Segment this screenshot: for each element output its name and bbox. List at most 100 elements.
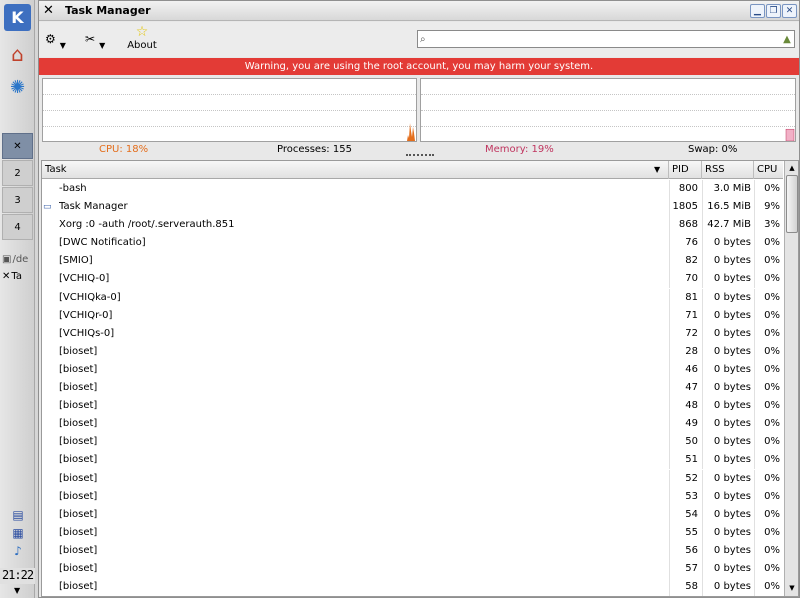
taskbar-item-terminal[interactable]: ▣/de <box>2 251 35 267</box>
cpu-cell: 0% <box>754 379 780 398</box>
desktop-3-button[interactable]: 3 <box>2 187 33 213</box>
rss-cell: 0 bytes <box>702 541 751 560</box>
table-row[interactable]: Xorg :0 -auth /root/.serverauth.851 868 42… <box>42 216 783 235</box>
task-manager-icon: ✕ <box>2 270 11 282</box>
about-button[interactable]: ☆ About <box>125 24 159 54</box>
table-row[interactable]: [bioset] 56 0 bytes 0% <box>42 541 783 560</box>
maximize-button[interactable]: ❐ <box>766 4 781 18</box>
cpu-cell: 0% <box>754 559 780 578</box>
table-row[interactable]: [bioset] 50 0 bytes 0% <box>42 433 783 452</box>
process-count-label: Processes: 155 <box>277 144 352 155</box>
table-row[interactable]: [bioset] 52 0 bytes 0% <box>42 469 783 488</box>
table-row[interactable]: [bioset] 58 0 bytes 0% <box>42 578 783 596</box>
pid-cell: 81 <box>669 288 698 307</box>
task-name-cell: [bioset] <box>59 418 98 430</box>
table-row[interactable]: [bioset] 47 0 bytes 0% <box>42 379 783 398</box>
cpu-usage-plot <box>407 123 415 141</box>
column-header-cpu[interactable]: CPU <box>754 161 783 179</box>
no-icon <box>43 433 57 451</box>
root-warning-banner: Warning, you are using the root account,… <box>39 58 799 75</box>
desktop-1-button[interactable]: ✕ <box>2 133 33 159</box>
table-row[interactable]: [DWC Notificatio] 76 0 bytes 0% <box>42 234 783 253</box>
no-icon <box>43 415 57 433</box>
pid-cell: 49 <box>669 415 698 434</box>
close-button[interactable]: ✕ <box>782 4 797 18</box>
table-body: -bash 800 3.0 MiB 0% ▭ Task Manager 1805 16.5 M… <box>42 180 783 596</box>
panel-splitter-handle[interactable] <box>406 154 434 158</box>
display-settings-icon[interactable]: ▤ <box>9 507 27 523</box>
column-header-pid[interactable]: PID <box>669 161 702 179</box>
cpu-cell: 0% <box>754 324 780 343</box>
table-row[interactable]: [bioset] 51 0 bytes 0% <box>42 451 783 470</box>
table-row[interactable]: [bioset] 57 0 bytes 0% <box>42 559 783 578</box>
memory-usage-area <box>785 128 795 141</box>
rss-cell: 0 bytes <box>702 252 751 271</box>
no-icon <box>43 307 57 325</box>
cpu-cell: 0% <box>754 469 780 488</box>
task-name-cell: [VCHIQka-0] <box>59 291 121 303</box>
table-header: Task ▼ PID RSS CPU <box>42 161 783 179</box>
task-name-cell: [bioset] <box>59 382 98 394</box>
clock[interactable]: 21:22 <box>0 568 35 584</box>
table-row[interactable]: -bash 800 3.0 MiB 0% <box>42 180 783 198</box>
cpu-cell: 0% <box>754 288 780 307</box>
table-row[interactable]: [bioset] 49 0 bytes 0% <box>42 415 783 434</box>
pid-cell: 71 <box>669 306 698 325</box>
no-icon <box>43 343 57 361</box>
cpu-cell: 0% <box>754 397 780 416</box>
table-row[interactable]: [VCHIQs-0] 72 0 bytes 0% <box>42 324 783 343</box>
scrollbar-thumb[interactable] <box>786 175 798 233</box>
column-header-task[interactable]: Task <box>42 161 669 179</box>
clock-expand-icon[interactable]: ▼ <box>14 586 20 595</box>
vertical-scrollbar[interactable]: ▲ ▼ <box>784 161 798 596</box>
table-row[interactable]: [bioset] 53 0 bytes 0% <box>42 487 783 506</box>
search-input[interactable] <box>434 32 780 46</box>
rss-cell: 0 bytes <box>702 379 751 398</box>
table-row[interactable]: [bioset] 54 0 bytes 0% <box>42 505 783 524</box>
task-name-cell: [bioset] <box>59 490 98 502</box>
task-name-cell: [VCHIQs-0] <box>59 327 115 339</box>
gears-icon: ⚙ <box>45 32 56 46</box>
process-actions-button[interactable]: ⚙ ▼ <box>45 24 79 54</box>
table-row[interactable]: [SMIO] 82 0 bytes 0% <box>42 252 783 271</box>
clear-search-icon[interactable]: ▲ <box>780 34 794 45</box>
desktop-4-button[interactable]: 4 <box>2 214 33 240</box>
minimize-button[interactable]: ▁ <box>750 4 765 18</box>
cpu-history-graph <box>42 78 417 142</box>
task-manager-icon: ✕ <box>43 3 54 18</box>
table-row[interactable]: [VCHIQ-0] 70 0 bytes 0% <box>42 270 783 289</box>
taskbar-item-taskmanager[interactable]: ✕ Ta <box>2 268 35 284</box>
pid-cell: 76 <box>669 234 698 253</box>
table-row[interactable]: [bioset] 48 0 bytes 0% <box>42 397 783 416</box>
table-row[interactable]: ▭ Task Manager 1805 16.5 MiB 9% <box>42 198 783 217</box>
cpu-cell: 0% <box>754 180 780 198</box>
task-name-cell: [VCHIQr-0] <box>59 309 113 321</box>
rss-cell: 0 bytes <box>702 360 751 379</box>
scroll-up-icon[interactable]: ▲ <box>786 162 798 174</box>
pid-cell: 800 <box>669 180 698 198</box>
cpu-cell: 3% <box>754 216 780 235</box>
table-row[interactable]: [VCHIQr-0] 71 0 bytes 0% <box>42 306 783 325</box>
window-titlebar[interactable]: ✕ Task Manager ▁ ❐ ✕ <box>39 1 799 21</box>
network-disconnected-icon[interactable]: ▦ <box>9 525 27 541</box>
no-icon <box>43 216 57 234</box>
network-globe-icon[interactable]: ✺ <box>4 74 31 101</box>
tools-menu-button[interactable]: ✂ ▼ <box>85 24 119 54</box>
pid-cell: 53 <box>669 487 698 506</box>
desktop-2-button[interactable]: 2 <box>2 160 33 186</box>
no-icon <box>43 379 57 397</box>
no-icon <box>43 524 57 542</box>
table-row[interactable]: [VCHIQka-0] 81 0 bytes 0% <box>42 288 783 307</box>
pid-cell: 72 <box>669 324 698 343</box>
cpu-cell: 0% <box>754 342 780 361</box>
kde-menu-icon[interactable]: K <box>4 4 31 31</box>
table-row[interactable]: [bioset] 55 0 bytes 0% <box>42 523 783 542</box>
no-icon <box>43 560 57 578</box>
column-header-rss[interactable]: RSS <box>702 161 754 179</box>
scroll-down-icon[interactable]: ▼ <box>786 582 798 594</box>
pid-cell: 28 <box>669 342 698 361</box>
home-folder-icon[interactable]: ⌂ <box>4 40 31 67</box>
table-row[interactable]: [bioset] 28 0 bytes 0% <box>42 342 783 361</box>
table-row[interactable]: [bioset] 46 0 bytes 0% <box>42 360 783 379</box>
volume-icon[interactable]: ♪ <box>9 543 27 559</box>
